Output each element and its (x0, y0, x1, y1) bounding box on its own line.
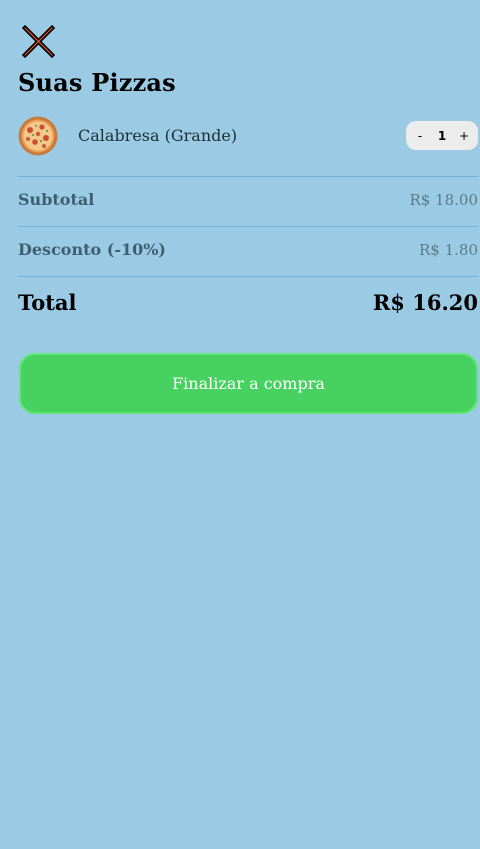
subtotal-row: Subtotal R$ 18.00 (18, 190, 478, 209)
discount-value: R$ 1.80 (418, 240, 478, 259)
total-row: Total R$ 16.20 (18, 290, 478, 315)
quantity-value: 1 (437, 128, 447, 143)
quantity-stepper: - 1 + (406, 121, 478, 150)
total-label: Total (18, 290, 77, 315)
discount-label: Desconto (-10%) (18, 240, 166, 259)
divider (18, 276, 478, 277)
decrement-button[interactable]: - (415, 129, 425, 143)
cart-item: Calabresa (Grande) - 1 + (18, 116, 478, 156)
close-button[interactable] (21, 24, 56, 59)
page-title: Suas Pizzas (18, 68, 176, 97)
item-name: Calabresa (Grande) (78, 126, 238, 145)
total-value: R$ 16.20 (372, 290, 478, 315)
divider (18, 176, 478, 177)
pizza-icon (18, 116, 58, 156)
divider (18, 226, 478, 227)
increment-button[interactable]: + (459, 129, 469, 143)
checkout-button[interactable]: Finalizar a compra (19, 353, 478, 414)
discount-row: Desconto (-10%) R$ 1.80 (18, 240, 478, 259)
subtotal-label: Subtotal (18, 190, 95, 209)
subtotal-value: R$ 18.00 (409, 190, 478, 209)
close-x-icon (21, 24, 56, 59)
